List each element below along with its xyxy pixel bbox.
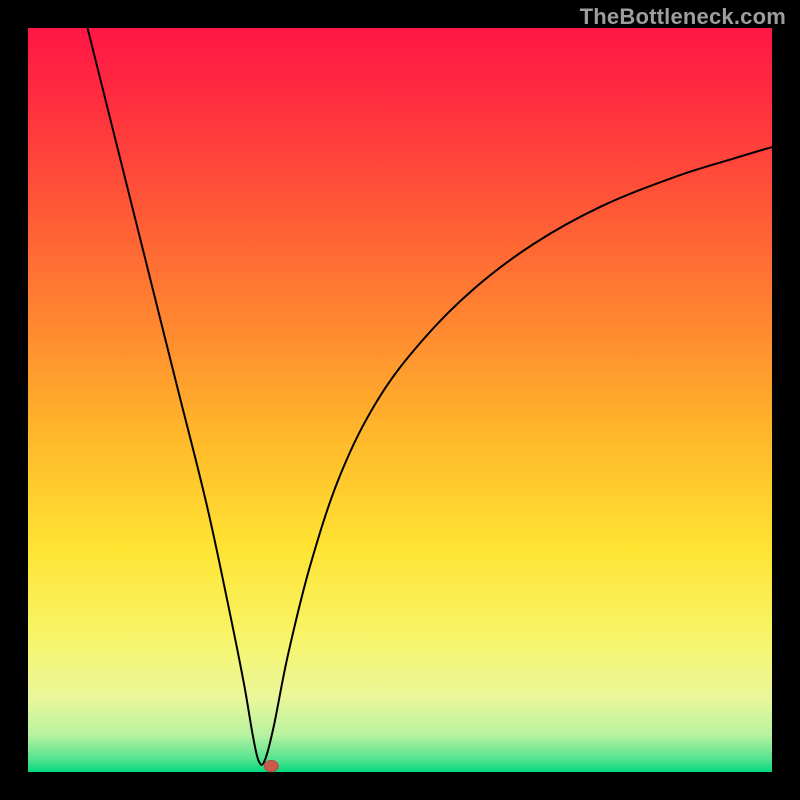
plot-svg <box>28 28 772 772</box>
optimum-marker <box>264 761 278 772</box>
gradient-background <box>28 28 772 772</box>
plot-area <box>28 28 772 772</box>
watermark-text: TheBottleneck.com <box>580 4 786 30</box>
chart-frame: TheBottleneck.com <box>0 0 800 800</box>
